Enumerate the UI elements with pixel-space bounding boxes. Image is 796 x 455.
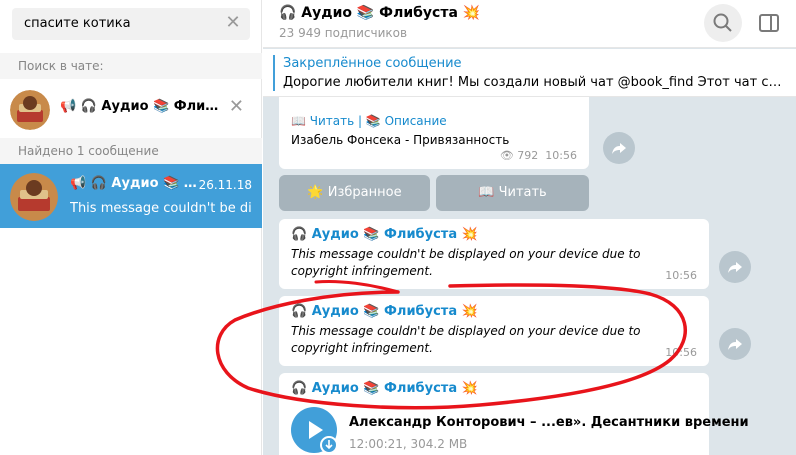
message-bubble[interactable]: 🎧 Аудио 📚 Флибуста 💥 This message couldn… [279, 296, 709, 366]
forward-button[interactable] [719, 328, 751, 360]
chat-panel: 🎧 Аудио 📚 Флибуста 💥 23 949 подписчиков … [263, 0, 796, 455]
forward-icon [612, 143, 626, 154]
play-button[interactable] [291, 407, 338, 454]
search-icon [713, 13, 732, 32]
search-result-item[interactable]: 📢 🎧 Аудио 📚 … 26.11.18 This message coul… [0, 164, 262, 228]
book-title: Изабель Фонсека - Привязанность [291, 133, 510, 147]
message-time: 10:56 [665, 269, 697, 282]
message-sender[interactable]: 🎧 Аудио 📚 Флибуста 💥 [291, 381, 478, 396]
result-snippet: This message couldn't be displayed on yo… [70, 201, 252, 216]
search-query[interactable]: спасите котика [24, 16, 131, 31]
view-count: 👁 792 [499, 149, 539, 162]
audio-duration: 12:00:21, 304.2 MB [349, 437, 468, 451]
keyboard-button-favorites[interactable]: 🌟 Избранное [279, 175, 430, 211]
forward-icon [728, 339, 742, 350]
message-time: 10:56 [665, 346, 697, 359]
avatar [10, 173, 58, 221]
message-text: This message couldn't be displayed on yo… [291, 324, 641, 355]
message-sender[interactable]: 🎧 Аудио 📚 Флибуста 💥 [291, 304, 478, 319]
result-chat-name: 📢 🎧 Аудио 📚 … [70, 176, 197, 191]
audio-title: Александр Конторович – ...ев». Десантник… [349, 415, 749, 430]
pinned-bar [273, 55, 275, 91]
message-text: This message couldn't be displayed on yo… [291, 247, 641, 278]
search-input[interactable]: спасите котика ✕ [12, 8, 250, 40]
message-links[interactable]: 📖 Читать | 📚 Описание [291, 114, 447, 128]
forward-button[interactable] [603, 132, 635, 164]
pinned-message[interactable]: Закреплённое сообщение Дорогие любители … [263, 49, 796, 97]
subscriber-count: 23 949 подписчиков [279, 26, 408, 40]
message-bubble[interactable]: 🎧 Аудио 📚 Флибуста 💥 Александр Конторови… [279, 373, 749, 455]
message-time: 10:56 [545, 149, 577, 162]
search-button[interactable] [704, 4, 742, 42]
sidebar-toggle-button[interactable] [756, 10, 782, 36]
pinned-text: Дорогие любители книг! Мы создали новый … [283, 75, 783, 90]
close-icon[interactable]: ✕ [224, 14, 242, 32]
found-count-label: Найдено 1 сообщение [0, 138, 262, 164]
sidebar-icon [759, 14, 779, 32]
message-meta: 👁 792 10:56 [500, 149, 577, 162]
message-bubble[interactable]: 🎧 Аудио 📚 Флибуста 💥 This message couldn… [279, 219, 709, 289]
chat-header[interactable]: 🎧 Аудио 📚 Флибуста 💥 23 949 подписчиков [263, 0, 796, 48]
search-in-chat-label: Поиск в чате: [0, 53, 262, 79]
pinned-title: Закреплённое сообщение [283, 56, 462, 71]
keyboard-button-read[interactable]: 📖 Читать [436, 175, 589, 211]
close-icon[interactable]: ✕ [229, 96, 244, 117]
chat-filter-row[interactable]: 📢 🎧 Аудио 📚 Фли… ✕ [0, 84, 262, 134]
message-sender[interactable]: 🎧 Аудио 📚 Флибуста 💥 [291, 227, 478, 242]
channel-title[interactable]: 🎧 Аудио 📚 Флибуста 💥 [279, 5, 480, 21]
forward-button[interactable] [719, 251, 751, 283]
play-icon [309, 421, 338, 454]
result-date: 26.11.18 [198, 178, 252, 192]
forward-icon [728, 262, 742, 273]
avatar [10, 90, 50, 130]
chat-list-panel: спасите котика ✕ Поиск в чате: 📢 🎧 Аудио… [0, 0, 262, 455]
message-bubble[interactable]: 📖 Читать | 📚 Описание Изабель Фонсека - … [279, 97, 589, 169]
chat-filter-name: 📢 🎧 Аудио 📚 Фли… [60, 99, 219, 114]
